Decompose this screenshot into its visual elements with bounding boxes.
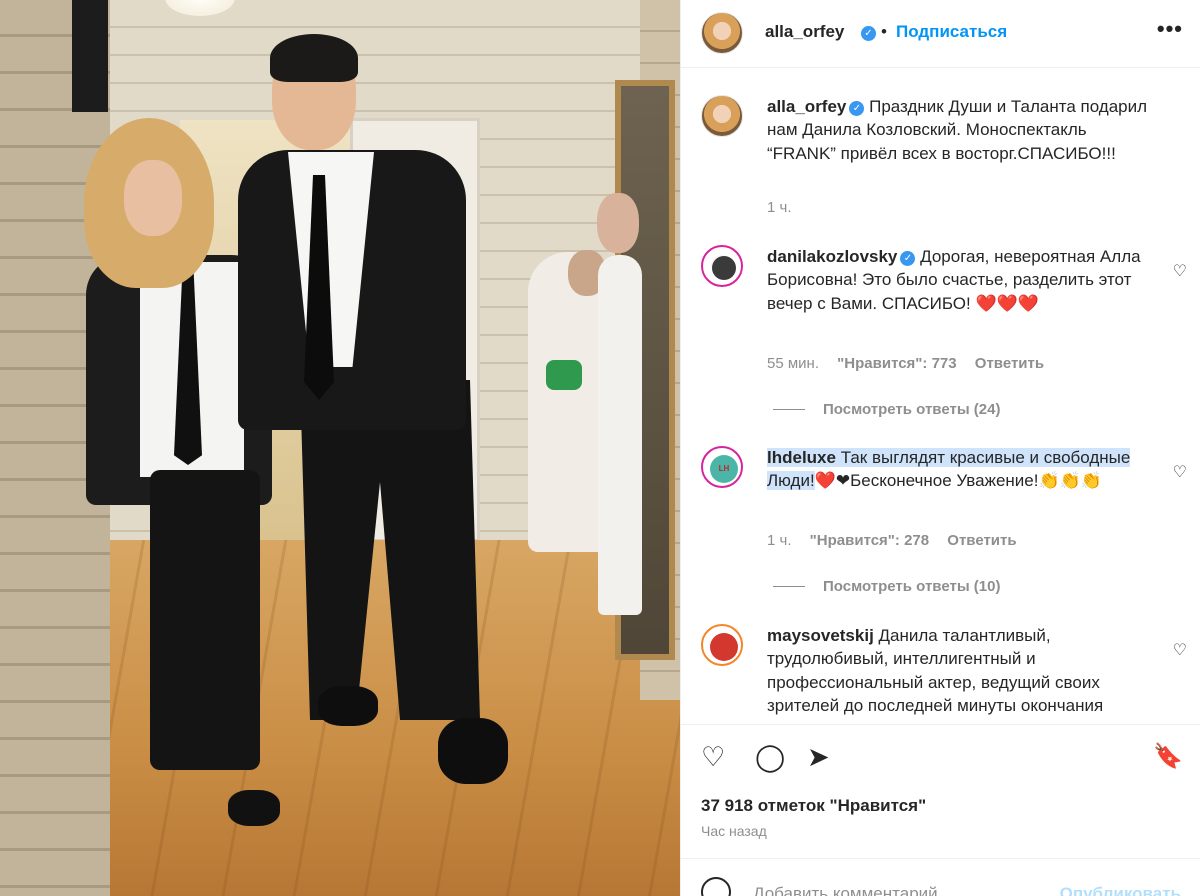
comment-meta: 55 мин. "Нравится": 773 Ответить: [767, 355, 1058, 372]
photo-man-shoe: [318, 686, 378, 726]
photo-man-shoe: [438, 718, 508, 784]
emoji-icon[interactable]: [701, 877, 731, 896]
author-avatar[interactable]: [701, 95, 743, 137]
comment-text: ❤️❤Бесконечное Уважение!👏👏👏: [814, 471, 1102, 491]
photo-man-hair: [270, 34, 358, 82]
replies-line: [773, 586, 805, 587]
view-replies-button[interactable]: Посмотреть ответы (10): [773, 578, 1000, 595]
post-header: alla_orfey ✓ • Подписаться •••: [681, 0, 1200, 68]
post-photo[interactable]: [0, 0, 680, 896]
comment-text-block: lhdeluxe Так выглядят красивые и свободн…: [767, 446, 1157, 493]
add-comment-bar: Добавить комментарий... Опубликовать: [681, 858, 1200, 896]
follow-button[interactable]: Подписаться: [896, 22, 1007, 42]
comment-time[interactable]: 1 ч.: [767, 532, 792, 549]
like-icon[interactable]: ♡: [701, 743, 725, 771]
comments-list: alla_orfey ✓ Праздник Души и Таланта пода…: [681, 69, 1200, 724]
post-likes-count[interactable]: 37 918 отметок "Нравится": [701, 796, 926, 816]
comment-username[interactable]: maysovetskij: [767, 626, 874, 645]
verified-badge-icon: ✓: [861, 26, 876, 41]
comment-like-icon[interactable]: ♡: [1173, 462, 1187, 482]
caption-text-block: alla_orfey ✓ Праздник Души и Таланта пода…: [767, 95, 1157, 165]
author-avatar[interactable]: [701, 12, 743, 54]
verified-badge-icon: ✓: [849, 101, 865, 116]
author-username[interactable]: alla_orfey: [765, 22, 844, 42]
add-comment-input[interactable]: Добавить комментарий...: [753, 884, 952, 896]
post-actions-bar: ♡ ◯ ➤ 🔖: [681, 724, 1200, 784]
comment-icon[interactable]: ◯: [755, 743, 785, 771]
separator-dot: •: [881, 22, 887, 41]
save-icon[interactable]: 🔖: [1153, 743, 1183, 771]
photo-green-bag: [546, 360, 582, 390]
post-side-panel: alla_orfey ✓ • Подписаться ••• alla_orfe…: [680, 0, 1200, 896]
comment-username[interactable]: danilakozlovsky: [767, 247, 897, 266]
commenter-avatar[interactable]: LH: [701, 446, 743, 488]
view-replies-label: Посмотреть ответы (10): [823, 578, 1001, 595]
comment-reply-button[interactable]: Ответить: [975, 355, 1044, 372]
share-icon[interactable]: ➤: [807, 743, 830, 771]
comment-likes-count[interactable]: "Нравится": 278: [810, 532, 929, 549]
more-options-icon[interactable]: •••: [1157, 16, 1183, 42]
commenter-avatar[interactable]: [701, 624, 743, 666]
comment-username[interactable]: lhdeluxe: [767, 448, 836, 467]
comment-text-block: maysovetskij Данила талантливый, трудолю…: [767, 624, 1157, 718]
comment-likes-count[interactable]: "Нравится": 773: [837, 355, 956, 372]
photo-tv: [72, 0, 108, 112]
view-replies-button[interactable]: Посмотреть ответы (24): [773, 401, 1000, 418]
caption-meta: 1 ч.: [767, 199, 806, 216]
comment-text-block: danilakozlovsky ✓ Дорогая, невероятная Ал…: [767, 245, 1157, 315]
view-replies-label: Посмотреть ответы (24): [823, 401, 1001, 418]
comment-reply-button[interactable]: Ответить: [947, 532, 1016, 549]
caption-time[interactable]: 1 ч.: [767, 199, 792, 216]
caption-username[interactable]: alla_orfey: [767, 97, 846, 116]
post-time[interactable]: Час назад: [701, 823, 767, 839]
comment-meta: 1 ч. "Нравится": 278 Ответить: [767, 532, 1031, 549]
commenter-avatar[interactable]: [701, 245, 743, 287]
photo-woman-face: [124, 160, 182, 236]
photo-background-person-head: [597, 193, 639, 253]
photo-woman-legs: [150, 470, 260, 770]
comment-time[interactable]: 55 мин.: [767, 355, 819, 372]
publish-button[interactable]: Опубликовать: [1060, 884, 1181, 896]
verified-badge-icon: ✓: [900, 251, 916, 266]
comment-like-icon[interactable]: ♡: [1173, 261, 1187, 281]
photo-background-person: [598, 255, 642, 615]
photo-woman-shoe: [228, 790, 280, 826]
replies-line: [773, 409, 805, 410]
comment-like-icon[interactable]: ♡: [1173, 640, 1187, 660]
